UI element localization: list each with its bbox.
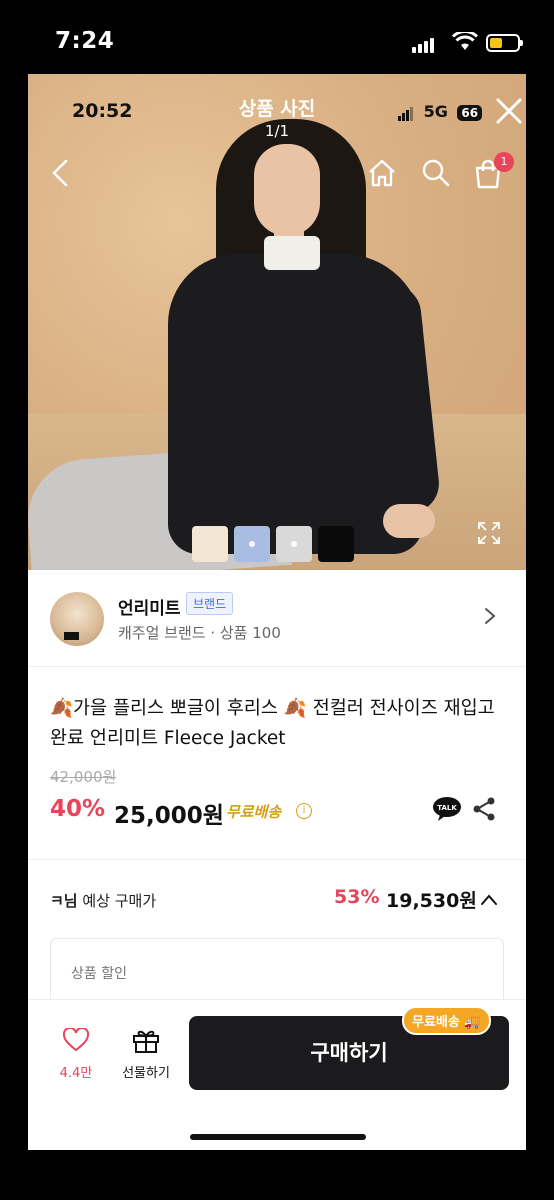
heart-icon bbox=[62, 1026, 90, 1052]
brand-avatar bbox=[50, 592, 104, 646]
kakao-talk-icon[interactable]: TALK bbox=[432, 796, 462, 822]
color-swatches bbox=[192, 526, 360, 562]
color-swatch-gray[interactable] bbox=[276, 526, 312, 562]
original-price: 42,000원 bbox=[50, 768, 117, 786]
brand-badge: 브랜드 bbox=[186, 592, 234, 615]
product-title: 🍂가을 플리스 뽀글이 후리스 🍂 전컬러 전사이즈 재입고 완료 언리미트 F… bbox=[50, 698, 495, 749]
phone-time: 7:24 bbox=[55, 28, 115, 54]
brand-subtitle: 캐주얼 브랜드 · 상품 100 bbox=[118, 624, 281, 642]
free-shipping-label: 무료배송 bbox=[226, 803, 282, 821]
color-swatch-blue[interactable] bbox=[234, 526, 270, 562]
share-icon[interactable] bbox=[472, 796, 496, 822]
chevron-up-icon[interactable] bbox=[480, 892, 498, 906]
color-swatch-cream[interactable] bbox=[192, 526, 228, 562]
home-indicator[interactable] bbox=[190, 1134, 366, 1140]
close-icon[interactable] bbox=[494, 96, 524, 126]
expand-icon[interactable] bbox=[476, 520, 502, 546]
inner-signal-icon bbox=[398, 102, 414, 121]
phone-status-bar: 7:24 bbox=[0, 0, 554, 75]
network-type: 5G bbox=[423, 102, 448, 121]
brand-row[interactable]: 언리미트 브랜드 캐주얼 브랜드 · 상품 100 bbox=[28, 570, 526, 667]
like-button[interactable]: 4.4만 bbox=[54, 1026, 98, 1084]
expected-label-text: 예상 구매가 bbox=[82, 892, 157, 910]
gift-button[interactable]: 선물하기 bbox=[114, 1028, 178, 1084]
brand-name: 언리미트 bbox=[118, 599, 181, 619]
discount-rate: 40% bbox=[50, 796, 106, 822]
avatar-tag-mark bbox=[64, 632, 80, 640]
search-icon[interactable] bbox=[420, 158, 452, 188]
app-screen: 20:52 상품 사진 1/1 5G 66 1 언리미트 브랜드 캐주얼 브랜드… bbox=[28, 74, 526, 1150]
svg-text:TALK: TALK bbox=[437, 804, 457, 812]
free-shipping-pill: 무료배송 🚚 bbox=[402, 1006, 491, 1035]
color-swatch-black[interactable] bbox=[318, 526, 354, 562]
wifi-icon bbox=[451, 30, 479, 56]
photo-counter: 1/1 bbox=[264, 122, 290, 140]
chevron-right-icon bbox=[483, 606, 497, 626]
back-chevron-icon[interactable] bbox=[48, 158, 72, 188]
battery-icon bbox=[486, 34, 523, 52]
info-icon[interactable]: i bbox=[296, 803, 312, 819]
expected-price: 19,530원 bbox=[386, 890, 477, 912]
gift-icon bbox=[133, 1030, 159, 1053]
product-photo[interactable]: 20:52 상품 사진 1/1 5G 66 1 bbox=[28, 74, 526, 570]
inner-status-indicators: 5G 66 bbox=[398, 102, 483, 121]
expected-price-row[interactable]: ㅋ님 예상 구매가 53% 19,530원 bbox=[28, 860, 526, 932]
cellular-signal-icon bbox=[412, 34, 436, 53]
expected-price-label: ㅋ님 예상 구매가 bbox=[50, 890, 156, 911]
gift-label: 선물하기 bbox=[122, 1066, 170, 1081]
inner-battery: 66 bbox=[457, 105, 483, 121]
sale-price: 25,000원 bbox=[114, 803, 224, 829]
bottom-action-bar: 4.4만 선물하기 구매하기 무료배송 🚚 bbox=[28, 999, 526, 1150]
cart-count-badge: 1 bbox=[494, 152, 514, 172]
user-name: ㅋ님 bbox=[50, 892, 78, 910]
like-count: 4.4만 bbox=[59, 1066, 93, 1081]
discount-box-label: 상품 할인 bbox=[71, 966, 127, 982]
home-icon[interactable] bbox=[366, 158, 398, 188]
expected-discount-rate: 53% bbox=[334, 886, 380, 908]
